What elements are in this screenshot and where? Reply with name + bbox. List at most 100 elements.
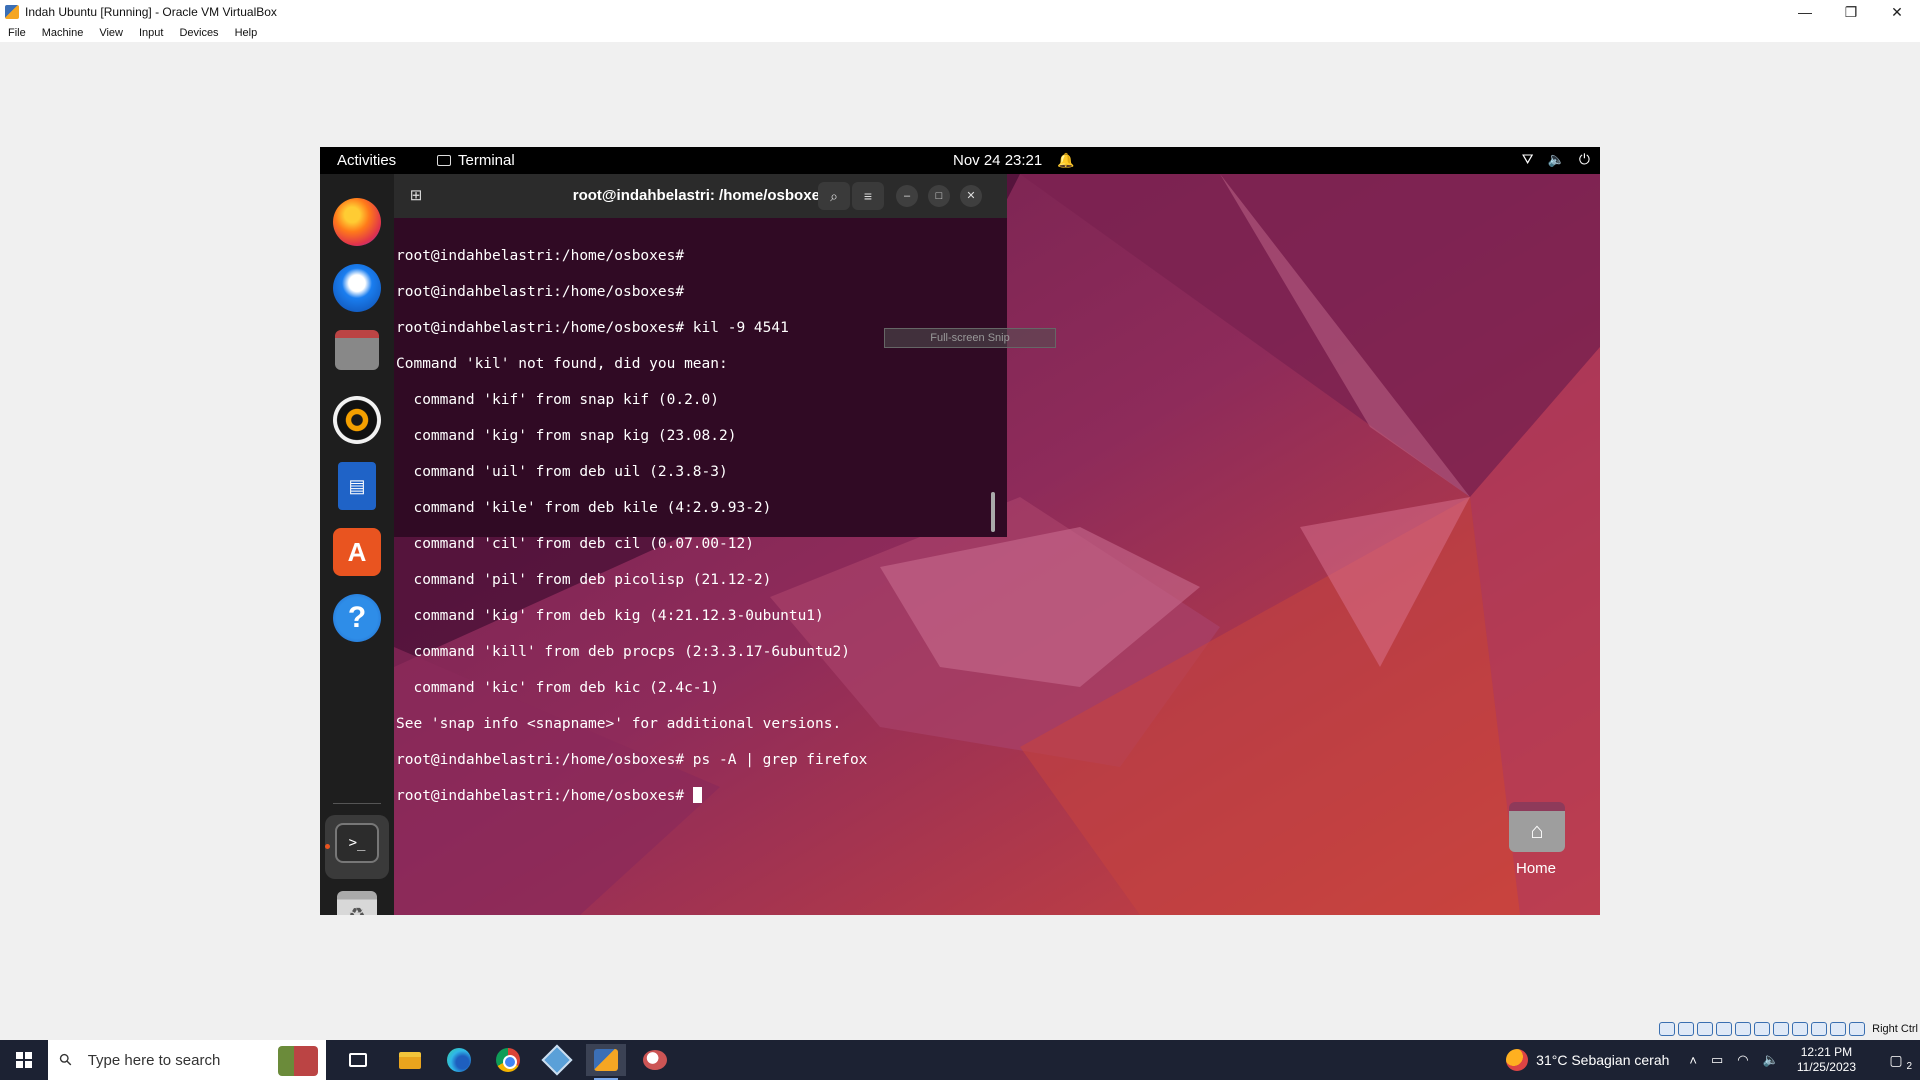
meet-now-icon[interactable]: ▭ [1711, 1052, 1723, 1068]
clock-date: 11/25/2023 [1796, 1060, 1856, 1074]
host-menubar: File Machine View Input Devices Help [0, 24, 1920, 42]
recording-status-icon[interactable] [1792, 1022, 1809, 1036]
terminal-line: command 'kig' from deb kig (4:21.12.3-0u… [396, 608, 824, 624]
mouse-integration-status-icon[interactable] [1830, 1022, 1847, 1036]
hamburger-menu-icon[interactable]: ≡ [852, 182, 884, 210]
chrome-button[interactable] [488, 1044, 528, 1076]
terminal-line: root@indahbelastri:/home/osboxes# [396, 248, 685, 264]
desktop-home-folder[interactable]: ⌂ Home [1503, 802, 1569, 877]
minimize-icon[interactable]: – [896, 185, 918, 207]
menu-file[interactable]: File [8, 27, 26, 39]
terminal-line: command 'uil' from deb uil (2.3.8-3) [396, 464, 728, 480]
search-icon[interactable]: ⌕ [818, 182, 850, 210]
minimize-button[interactable]: — [1782, 0, 1828, 24]
terminal-prompt-line[interactable]: root@indahbelastri:/home/osboxes# [396, 787, 986, 805]
file-explorer-icon [399, 1051, 421, 1069]
activities-button[interactable]: Activities [337, 152, 396, 169]
menu-devices[interactable]: Devices [179, 27, 218, 39]
task-view-icon [349, 1053, 367, 1067]
optical-status-icon[interactable] [1678, 1022, 1695, 1036]
menu-input[interactable]: Input [139, 27, 163, 39]
display-status-icon[interactable] [1773, 1022, 1790, 1036]
weather-text[interactable]: 31°C Sebagian cerah [1536, 1052, 1669, 1068]
edge-button[interactable] [439, 1044, 479, 1076]
restore-button[interactable]: ❐ [1828, 0, 1874, 24]
chevron-up-icon[interactable]: ˄ [1689, 1053, 1697, 1068]
full-screen-snip-overlay[interactable]: Full-screen Snip [884, 328, 1056, 348]
volume-muted-icon[interactable]: 🔈 [1763, 1052, 1779, 1068]
terminal-line: command 'cil' from deb cil (0.07.00-12) [396, 536, 754, 552]
start-button[interactable] [0, 1040, 48, 1080]
volume-icon[interactable]: 🔈 [1547, 151, 1564, 168]
taskbar-search-box[interactable]: ⚲ Type here to search [48, 1040, 326, 1080]
menu-view[interactable]: View [99, 27, 123, 39]
terminal-line: command 'kill' from deb procps (2:3.3.17… [396, 644, 850, 660]
terminal-headerbar[interactable]: ⊞ root@indahbelastri: /home/osboxes ⌕ ≡ … [394, 174, 1007, 218]
terminal-prompt: root@indahbelastri:/home/osboxes# [396, 788, 693, 804]
rhythmbox-icon[interactable] [333, 396, 381, 444]
shared-folder-status-icon[interactable] [1754, 1022, 1771, 1036]
terminal-window[interactable]: ⊞ root@indahbelastri: /home/osboxes ⌕ ≡ … [394, 174, 1007, 804]
vm-window-button[interactable] [586, 1044, 626, 1080]
power-icon[interactable]: ⏻ [1579, 151, 1590, 168]
notification-center-button[interactable]: ▢ 2 [1872, 1040, 1920, 1080]
host-key-label: Right Ctrl [1872, 1023, 1918, 1035]
maximize-icon[interactable]: □ [928, 185, 950, 207]
help-icon[interactable]: ? [333, 594, 381, 642]
terminal-line: See 'snap info <snapname>' for additiona… [396, 716, 842, 732]
terminal-cursor [692, 787, 702, 803]
menu-help[interactable]: Help [235, 27, 258, 39]
vm-display[interactable]: Activities Terminal Nov 24 23:21 🔔 ⛛ 🔈 ⏻… [320, 147, 1600, 915]
dock-separator [333, 803, 381, 804]
weather-icon[interactable] [1506, 1049, 1529, 1071]
home-folder-icon: ⌂ [1509, 802, 1565, 852]
terminal-line: command 'pil' from deb picolisp (21.12-2… [396, 572, 772, 588]
ubuntu-software-icon[interactable]: A [333, 528, 381, 576]
time-label: 23:21 [1004, 152, 1043, 169]
wifi-icon[interactable]: ◠ [1737, 1052, 1748, 1068]
vt-status-icon[interactable] [1811, 1022, 1828, 1036]
search-placeholder: Type here to search [87, 1051, 221, 1069]
terminal-line: command 'kic' from deb kic (2.4c-1) [396, 680, 720, 696]
system-tray[interactable]: ⛛ 🔈 ⏻ [1522, 151, 1590, 168]
thunderbird-icon[interactable] [333, 264, 381, 312]
file-explorer-button[interactable] [390, 1044, 430, 1076]
terminal-line: command 'kig' from snap kig (23.08.2) [396, 428, 737, 444]
hdd-status-icon[interactable] [1659, 1022, 1676, 1036]
taskbar-clock[interactable]: 12:21 PM 11/25/2023 [1797, 1045, 1856, 1075]
date-label: Nov 24 [953, 152, 1001, 169]
libreoffice-writer-icon[interactable]: ▤ [338, 462, 376, 510]
files-icon[interactable] [335, 330, 379, 370]
windows-logo-icon [16, 1052, 32, 1068]
firefox-icon[interactable] [333, 198, 381, 246]
network-icon[interactable]: ⛛ [1522, 151, 1534, 168]
snipping-tool-button[interactable] [635, 1044, 675, 1076]
terminal-scrollbar[interactable] [991, 492, 995, 532]
notification-bell-icon[interactable]: 🔔 [1057, 152, 1074, 169]
terminal-icon[interactable]: >_ [335, 823, 379, 863]
clock-time: 12:21 PM [1800, 1045, 1853, 1059]
app-menu-label: Terminal [458, 152, 515, 169]
terminal-line: Command 'kil' not found, did you mean: [396, 356, 728, 372]
search-highlight-image [278, 1046, 318, 1076]
audio-status-icon[interactable] [1697, 1022, 1714, 1036]
terminal-output[interactable]: root@indahbelastri:/home/osboxes# root@i… [396, 229, 986, 804]
close-icon[interactable]: ✕ [960, 185, 982, 207]
windows-system-tray: 31°C Sebagian cerah ˄ ▭ ◠ 🔈 12:21 PM 11/… [1506, 1040, 1920, 1080]
vbox-status-strip: Right Ctrl [1659, 1020, 1918, 1038]
network-status-icon[interactable] [1716, 1022, 1733, 1036]
terminal-line: command 'kif' from snap kif (0.2.0) [396, 392, 720, 408]
host-window-title: Indah Ubuntu [Running] - Oracle VM Virtu… [25, 5, 277, 19]
virtualbox-vm-icon [594, 1049, 618, 1071]
menu-machine[interactable]: Machine [42, 27, 84, 39]
task-view-button[interactable] [338, 1044, 378, 1076]
terminal-line: root@indahbelastri:/home/osboxes# ps -A … [396, 752, 868, 768]
usb-status-icon[interactable] [1735, 1022, 1752, 1036]
close-button[interactable]: ✕ [1874, 0, 1920, 24]
date-time[interactable]: Nov 24 23:21 [953, 152, 1042, 169]
keyboard-status-icon[interactable] [1849, 1022, 1866, 1036]
trash-icon[interactable]: ♻ [337, 891, 377, 915]
virtualbox-icon [5, 5, 19, 19]
virtualbox-manager-button[interactable] [537, 1044, 577, 1076]
app-menu[interactable]: Terminal [437, 152, 515, 169]
